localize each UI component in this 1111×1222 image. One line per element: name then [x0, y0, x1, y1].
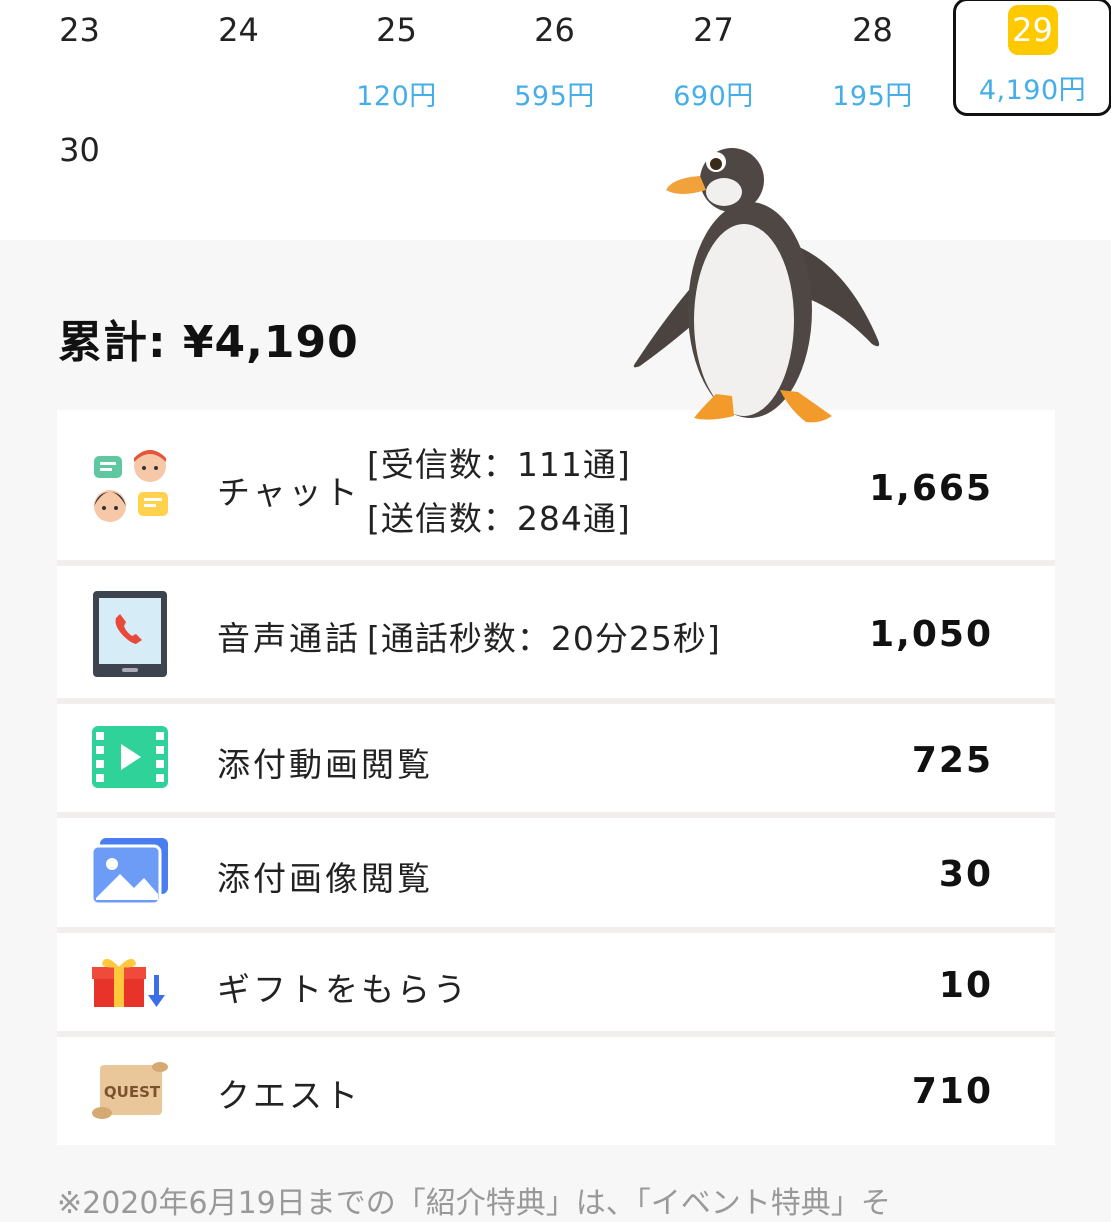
calendar-day[interactable]: 24	[159, 0, 318, 118]
row-value: 710	[911, 1071, 993, 1112]
quest-icon-text: QUEST	[104, 1083, 161, 1101]
row-gift-received: ギフトをもらう 10	[57, 933, 1055, 1037]
chat-icon	[94, 450, 168, 522]
day-number: 23	[59, 11, 100, 49]
row-detail-sent: [送信数：284通]	[367, 499, 631, 538]
day-number: 30	[59, 131, 100, 169]
row-detail-duration: [通話秒数：20分25秒]	[367, 619, 721, 658]
row-value: 1,050	[869, 614, 993, 655]
day-number: 26	[534, 11, 575, 49]
row-label: 添付画像閲覧	[217, 859, 433, 898]
day-number: 29	[1007, 5, 1058, 55]
day-number: 28	[852, 11, 893, 49]
row-value: 10	[938, 965, 993, 1006]
row-voice-call: 音声通話 [通話秒数：20分25秒] 1,050	[57, 566, 1055, 704]
total-earnings: 累計: ¥4,190	[58, 317, 359, 368]
calendar-day[interactable]: 28 195円	[793, 0, 952, 118]
phone-icon	[93, 591, 167, 677]
row-label: ギフトをもらう	[217, 970, 469, 1009]
row-detail-received: [受信数：111通]	[367, 445, 631, 484]
day-amount: 690円	[673, 81, 754, 112]
day-number: 24	[218, 11, 259, 49]
penguin-sticker	[633, 148, 880, 423]
day-number: 25	[376, 11, 417, 49]
calendar-day[interactable]: 26 595円	[475, 0, 634, 118]
day-amount: 595円	[514, 81, 595, 112]
row-label: クエスト	[217, 1076, 361, 1115]
earnings-summary: 累計: ¥4,190 チャット [受信数：111通] [送信数：284通] 1,…	[0, 240, 1111, 1221]
row-label: チャット	[217, 473, 361, 512]
calendar-day[interactable]: 27 690円	[634, 0, 793, 118]
calendar-day[interactable]: 30	[0, 120, 159, 238]
row-video-view: 添付動画閲覧 725	[57, 704, 1055, 818]
day-amount: 120円	[356, 81, 437, 112]
row-chat: チャット [受信数：111通] [送信数：284通] 1,665	[57, 410, 1055, 566]
row-image-view: 添付画像閲覧 30	[57, 818, 1055, 933]
gift-icon	[92, 958, 165, 1007]
quest-icon: QUEST	[92, 1062, 168, 1119]
row-value: 725	[911, 740, 993, 781]
row-value: 30	[938, 854, 993, 895]
row-label: 音声通話	[217, 619, 361, 658]
calendar-day[interactable]: 25 120円	[317, 0, 476, 118]
row-label: 添付動画閲覧	[217, 745, 433, 784]
row-value: 1,665	[869, 468, 993, 509]
calendar-day-selected[interactable]: 29 4,190円	[953, 0, 1111, 116]
calendar-day[interactable]: 23	[0, 0, 159, 118]
footnote: ※2020年6月19日までの「紹介特典」は、「イベント特典」そ	[57, 1186, 891, 1221]
video-icon	[92, 726, 168, 788]
row-quest: QUEST クエスト 710	[57, 1037, 1055, 1145]
day-amount: 195円	[832, 81, 913, 112]
calendar: 23 24 25 120円 26 595円 27 690円 28 195円 29…	[0, 0, 1111, 240]
image-icon	[92, 838, 168, 904]
day-amount: 4,190円	[978, 75, 1087, 106]
day-number: 27	[693, 11, 734, 49]
